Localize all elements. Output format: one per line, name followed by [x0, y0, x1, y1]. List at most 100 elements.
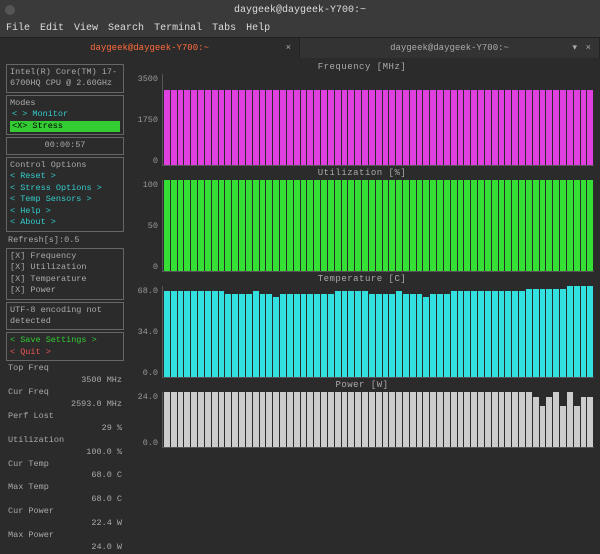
- window-control-icon[interactable]: [5, 5, 15, 15]
- bar: [253, 180, 259, 271]
- mode-monitor[interactable]: < > Monitor: [10, 109, 120, 120]
- bar: [383, 180, 389, 271]
- menu-terminal[interactable]: Terminal: [154, 23, 202, 34]
- bar: [219, 180, 225, 271]
- opt-reset[interactable]: < Reset >: [10, 171, 120, 182]
- terminal-tab-2[interactable]: daygeek@daygeek-Y700:~ × ▾: [300, 38, 600, 58]
- toggle-frequency[interactable]: [X] Frequency: [10, 251, 120, 262]
- bar: [464, 90, 470, 165]
- bar: [362, 90, 368, 165]
- bar: [287, 180, 293, 271]
- bar: [307, 294, 313, 377]
- bar: [512, 90, 518, 165]
- bar: [512, 392, 518, 447]
- bar: [526, 90, 532, 165]
- bar: [574, 286, 580, 377]
- bar: [403, 392, 409, 447]
- bar: [526, 392, 532, 447]
- bar: [396, 180, 402, 271]
- bar: [369, 180, 375, 271]
- bar: [383, 294, 389, 377]
- bar: [348, 392, 354, 447]
- stat-value-row: 2593.0 MHz: [8, 399, 124, 411]
- terminal-tab-1[interactable]: daygeek@daygeek-Y700:~ ×: [0, 38, 300, 58]
- tab-label: daygeek@daygeek-Y700:~: [90, 43, 209, 53]
- close-icon[interactable]: ×: [286, 43, 291, 53]
- bar: [437, 180, 443, 271]
- bar: [219, 392, 225, 447]
- bar: [471, 180, 477, 271]
- menu-view[interactable]: View: [74, 23, 98, 34]
- bar: [198, 291, 204, 377]
- bar: [376, 90, 382, 165]
- bar: [410, 294, 416, 377]
- bar: [342, 90, 348, 165]
- bar: [444, 180, 450, 271]
- chart-temperature: 68.0 34.0 0.0: [130, 286, 594, 378]
- bar: [389, 294, 395, 377]
- terminal-content: Intel(R) Core(TM) i7-6700HQ CPU @ 2.60GH…: [0, 58, 600, 514]
- bar: [178, 392, 184, 447]
- bar: [540, 406, 546, 447]
- ytick: 0: [130, 156, 158, 166]
- chart-frequency: 3500 1750 0: [130, 74, 594, 166]
- bar: [191, 90, 197, 165]
- bar: [321, 392, 327, 447]
- toggle-temperature[interactable]: [X] Temperature: [10, 274, 120, 285]
- bar: [519, 291, 525, 377]
- menu-search[interactable]: Search: [108, 23, 144, 34]
- bar: [560, 406, 566, 447]
- bar: [280, 294, 286, 377]
- bar: [560, 90, 566, 165]
- toggle-power[interactable]: [X] Power: [10, 285, 120, 296]
- mode-stress[interactable]: <X> Stress: [10, 121, 120, 132]
- bar: [546, 289, 552, 377]
- ytick: 1750: [130, 115, 158, 125]
- close-icon[interactable]: ×: [586, 43, 591, 53]
- stat-label: Max Power: [8, 530, 54, 542]
- opt-temp-sensors[interactable]: < Temp Sensors >: [10, 194, 120, 205]
- opt-about[interactable]: < About >: [10, 217, 120, 228]
- menu-file[interactable]: File: [6, 23, 30, 34]
- bar: [335, 291, 341, 377]
- bar: [417, 294, 423, 377]
- bar: [225, 392, 231, 447]
- bar: [266, 90, 272, 165]
- menu-edit[interactable]: Edit: [40, 23, 64, 34]
- bar: [253, 90, 259, 165]
- toggle-utilization[interactable]: [X] Utilization: [10, 262, 120, 273]
- quit[interactable]: < Quit >: [10, 347, 120, 358]
- tab-menu-icon[interactable]: ▾: [572, 43, 577, 53]
- save-settings[interactable]: < Save Settings >: [10, 335, 120, 346]
- bar: [430, 180, 436, 271]
- bar: [587, 90, 593, 165]
- menu-tabs[interactable]: Tabs: [212, 23, 236, 34]
- bar: [314, 294, 320, 377]
- bar: [437, 90, 443, 165]
- menu-help[interactable]: Help: [246, 23, 270, 34]
- bar: [335, 90, 341, 165]
- window-titlebar: daygeek@daygeek-Y700:~: [0, 0, 600, 20]
- bar: [553, 90, 559, 165]
- bar: [362, 392, 368, 447]
- ytick: 50: [130, 221, 158, 231]
- bar: [328, 90, 334, 165]
- bar: [171, 291, 177, 377]
- bar: [430, 392, 436, 447]
- bar: [328, 180, 334, 271]
- stat-row: Top Freq: [8, 363, 124, 375]
- opt-stress-options[interactable]: < Stress Options >: [10, 183, 120, 194]
- opt-help[interactable]: < Help >: [10, 206, 120, 217]
- bar: [280, 392, 286, 447]
- bar: [505, 90, 511, 165]
- bar: [273, 90, 279, 165]
- bar: [478, 90, 484, 165]
- bar: [171, 180, 177, 271]
- bar: [540, 289, 546, 377]
- stat-value: 29 %: [102, 423, 122, 435]
- bar: [512, 180, 518, 271]
- bar: [246, 392, 252, 447]
- stat-value-row: 100.0 %: [8, 447, 124, 459]
- stat-value: 68.0 C: [91, 470, 122, 482]
- stat-value-row: 3500 MHz: [8, 375, 124, 387]
